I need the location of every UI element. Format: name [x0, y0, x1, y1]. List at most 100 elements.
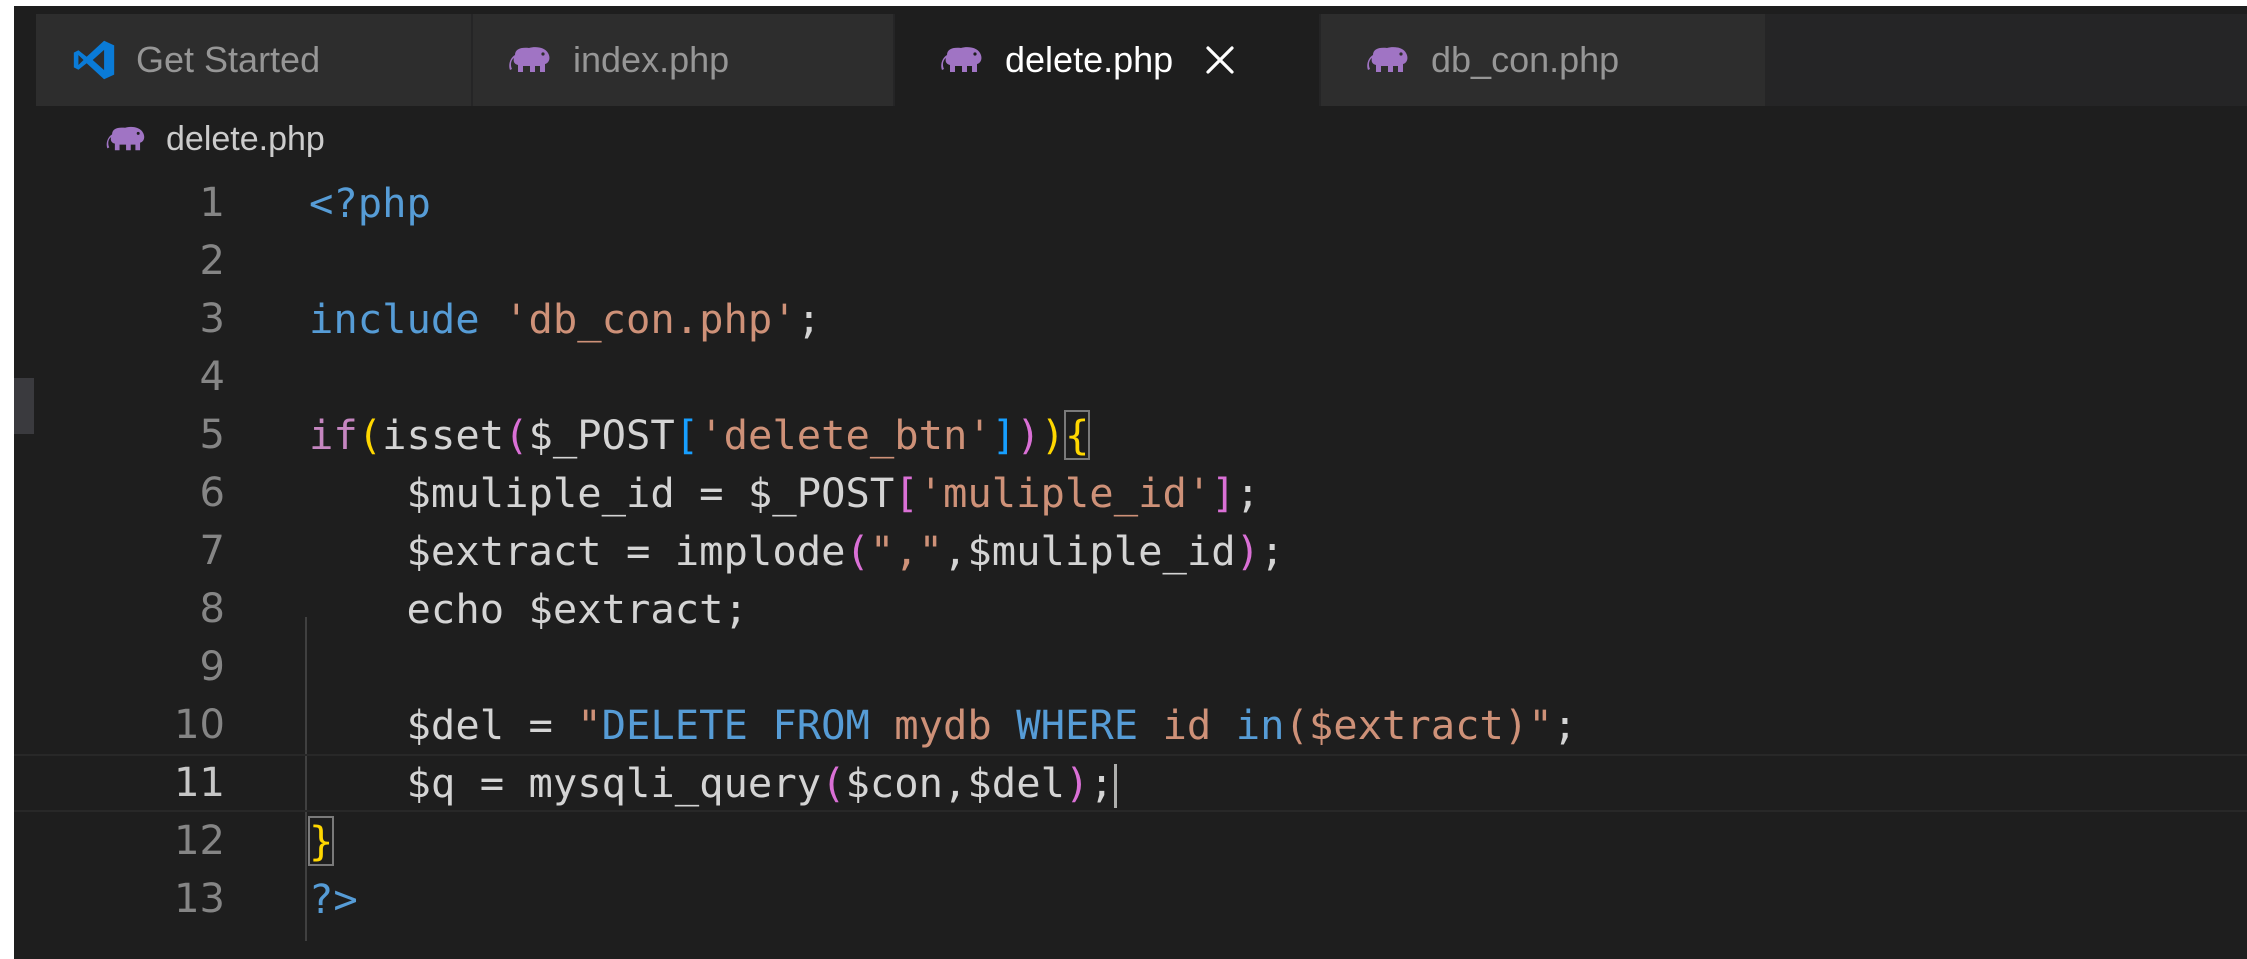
php-elephant-icon: [509, 45, 553, 75]
code-line[interactable]: 5 if(isset($_POST['delete_btn'])){: [14, 406, 2247, 464]
code-token: $del: [967, 758, 1065, 807]
line-number: 7: [199, 528, 225, 574]
code-token: mydb: [894, 701, 992, 749]
code-token: ",": [869, 527, 944, 575]
code-token: WHERE: [1016, 701, 1139, 749]
code-token: ,: [943, 527, 968, 575]
code-token: (: [845, 527, 870, 575]
code-token: $del: [406, 701, 505, 749]
line-number: 6: [199, 470, 225, 516]
code-token: ;: [796, 295, 822, 343]
php-elephant-icon: [941, 45, 985, 75]
code-line[interactable]: 9: [14, 638, 2247, 696]
code-token: id: [1162, 701, 1212, 749]
code-token: ;: [723, 585, 748, 633]
code-token: FROM: [772, 701, 870, 749]
code-token: 'db_con.php': [504, 295, 797, 343]
code-token: $_POST: [528, 411, 675, 459]
code-token: ?>: [309, 875, 358, 923]
line-number: 4: [199, 354, 225, 400]
line-number: 1: [199, 180, 225, 226]
code-token: mysqli_query: [528, 758, 822, 807]
tab-label: Get Started: [136, 39, 321, 80]
code-token: $q: [406, 758, 456, 807]
php-elephant-icon: [106, 125, 148, 153]
code-token: ): [1064, 758, 1090, 807]
code-token: ($extract)": [1284, 701, 1553, 749]
code-line[interactable]: 1 <?php: [14, 174, 2247, 232]
code-token: ]: [991, 411, 1017, 459]
code-text: $del = "DELETE FROM mydb WHERE id in($ex…: [309, 701, 1578, 749]
code-token: DELETE: [601, 701, 748, 749]
code-line[interactable]: 7 $extract = implode(",",$muliple_id);: [14, 522, 2247, 580]
code-line[interactable]: 10 $del = "DELETE FROM mydb WHERE id in(…: [14, 696, 2247, 754]
tab-label: index.php: [573, 39, 730, 80]
close-icon[interactable]: [1203, 43, 1237, 77]
code-token: =: [601, 527, 675, 575]
code-token: echo: [406, 585, 505, 633]
code-text: }: [307, 816, 335, 866]
code-editor[interactable]: 1 <?php 2 3 include 'db_con.php'; 4 5 if(isset(…: [14, 166, 2247, 959]
code-text: $q = mysqli_query($con,$del);: [309, 759, 1117, 808]
code-token: ): [1040, 411, 1065, 459]
breadcrumb-file: delete.php: [166, 119, 325, 158]
code-token: $_POST: [747, 469, 895, 517]
code-line[interactable]: 8 echo $extract;: [14, 580, 2247, 638]
code-text: $muliple_id = $_POST['muliple_id'];: [309, 469, 1260, 517]
code-token: if: [309, 411, 358, 459]
code-token: $muliple_id: [967, 527, 1236, 575]
tab-db-con-php[interactable]: db_con.php: [1321, 14, 1767, 106]
tab-index-php[interactable]: index.php: [473, 14, 895, 106]
code-token: $muliple_id: [406, 469, 675, 517]
line-number: 11: [174, 760, 225, 806]
code-token: =: [504, 701, 578, 749]
breadcrumb[interactable]: delete.php: [106, 114, 325, 164]
code-line[interactable]: 13 ?>: [14, 870, 2247, 928]
code-token: 'delete_btn': [699, 411, 992, 459]
vscode-logo-icon: [72, 38, 116, 82]
line-number: 8: [199, 586, 225, 632]
line-number: 13: [174, 876, 225, 922]
code-token: ": [577, 701, 602, 749]
code-line[interactable]: 2: [14, 232, 2247, 290]
code-token: ;: [1260, 527, 1285, 575]
code-token: ]: [1211, 469, 1236, 517]
code-token: (: [357, 411, 383, 459]
text-cursor: [1113, 763, 1117, 808]
code-token: implode: [674, 527, 846, 575]
code-token: =: [674, 469, 748, 517]
line-number: 3: [199, 296, 225, 342]
code-token: <?php: [309, 179, 431, 227]
line-number: 5: [199, 412, 225, 458]
code-line[interactable]: 3 include 'db_con.php';: [14, 290, 2247, 348]
line-number: 2: [199, 238, 225, 284]
code-line[interactable]: 4: [14, 348, 2247, 406]
code-text: <?php: [309, 179, 431, 227]
code-token: include: [309, 295, 480, 343]
code-token: ;: [1235, 469, 1261, 517]
code-token: (: [504, 411, 529, 459]
code-line[interactable]: 11 $q = mysqli_query($con,$del);: [14, 754, 2247, 812]
code-text: ?>: [309, 875, 358, 923]
code-line[interactable]: 12}: [14, 812, 2247, 870]
code-token: (: [821, 758, 846, 807]
php-elephant-icon: [1367, 45, 1411, 75]
code-token: [: [894, 469, 919, 517]
code-token: ): [1235, 527, 1261, 575]
code-text: if(isset($_POST['delete_btn'])){: [309, 410, 1091, 460]
code-token: [: [674, 411, 700, 459]
tab-delete-php[interactable]: delete.php: [895, 14, 1321, 106]
code-token: =: [455, 758, 529, 807]
tab-get-started[interactable]: Get Started: [36, 14, 473, 106]
code-line[interactable]: 6 $muliple_id = $_POST['muliple_id'];: [14, 464, 2247, 522]
